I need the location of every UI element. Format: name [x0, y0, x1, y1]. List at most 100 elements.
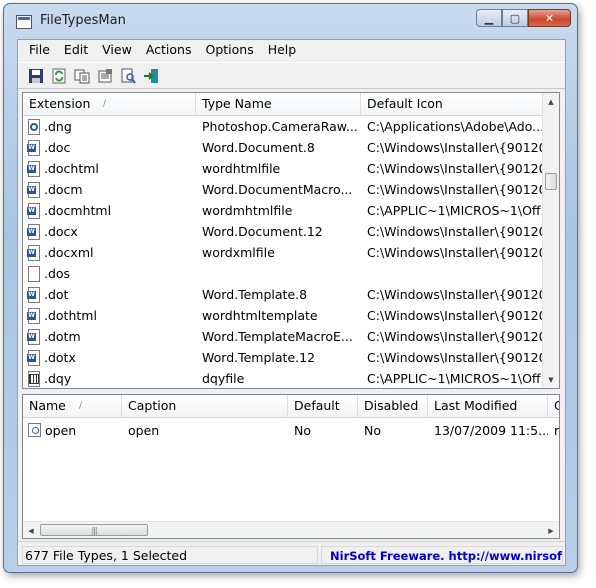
table-row[interactable]: .dqy dqyfile C:\APPLIC~1\MICROS~1\Off...	[23, 368, 544, 388]
column-command[interactable]: Cor	[548, 395, 559, 418]
menu-options[interactable]: Options	[198, 40, 260, 60]
find-icon	[121, 68, 136, 84]
extension-text: .dot	[44, 287, 69, 302]
scroll-up-icon[interactable]: ▲	[543, 93, 559, 110]
table-row[interactable]: .dos	[23, 263, 544, 284]
extension-cell: W .docmhtml	[23, 202, 196, 219]
blank-file-icon	[27, 265, 41, 282]
extension-cell: .dos	[23, 265, 196, 282]
action-name-text: open	[45, 422, 77, 438]
extension-cell: W .dochtml	[23, 160, 196, 177]
extension-cell: .dqy	[23, 370, 196, 387]
table-row[interactable]: W .dochtml wordhtmlfile C:\Windows\Installe…	[23, 158, 544, 179]
default-icon-cell: C:\Windows\Installer\{90120...	[367, 182, 544, 197]
table-row[interactable]: W .doc Word.Document.8 C:\Windows\Installer…	[23, 137, 544, 158]
menu-file[interactable]: File	[22, 40, 57, 60]
refresh-button[interactable]	[48, 65, 70, 87]
nirsoft-link[interactable]: NirSoft Freeware. http://www.nirsoft.net	[321, 546, 563, 564]
column-last-modified[interactable]: Last Modified	[428, 395, 548, 418]
menu-help[interactable]: Help	[261, 40, 304, 60]
menu-actions[interactable]: Actions	[139, 40, 199, 60]
main-window: FileTypesMan ▁ ▢ ✕ File Edit View Action…	[3, 3, 578, 573]
minimize-button[interactable]: ▁	[476, 9, 502, 27]
word-file-icon: W	[27, 244, 41, 261]
app-icon	[16, 15, 32, 29]
type-name-cell: Word.Template.12	[202, 350, 316, 365]
table-row[interactable]: W .docm Word.DocumentMacro... C:\Windows\In…	[23, 179, 544, 200]
extension-cell: W .dotx	[23, 349, 196, 366]
column-extension[interactable]: Extension /	[23, 93, 196, 116]
column-default-icon[interactable]: Default Icon	[361, 93, 559, 116]
title-bar[interactable]: FileTypesMan ▁ ▢ ✕	[4, 4, 577, 34]
client-area: File Edit View Actions Options Help Exte…	[17, 39, 566, 566]
table-row[interactable]: W .dotx Word.Template.12 C:\Windows\Install…	[23, 347, 544, 368]
extension-text: .docxml	[44, 245, 94, 260]
window-title: FileTypesMan	[40, 13, 126, 28]
last-modified-cell: 13/07/2009 11:5...	[434, 422, 548, 438]
type-name-cell: Photoshop.CameraRaw...	[202, 119, 358, 134]
properties-icon	[98, 68, 112, 82]
file-types-list[interactable]: Extension / Type Name Default Icon .dng Ph…	[22, 92, 560, 389]
status-bar: 677 File Types, 1 Selected NirSoft Freew…	[18, 541, 565, 565]
save-icon	[29, 68, 43, 83]
word-file-icon: W	[27, 139, 41, 156]
column-type-name[interactable]: Type Name	[196, 93, 361, 116]
table-row[interactable]: W .docxml wordxmlfile C:\Windows\Installer\…	[23, 242, 544, 263]
table-row[interactable]: W .dothtml wordhtmltemplate C:\Windows\Inst…	[23, 305, 544, 326]
scroll-thumb[interactable]: |||	[40, 524, 148, 536]
column-caption[interactable]: Caption	[122, 395, 288, 418]
vertical-scrollbar[interactable]: ▲ ▼	[542, 93, 559, 388]
table-row[interactable]: W .docmhtml wordmhtmlfile C:\APPLIC~1\MICRO…	[23, 200, 544, 221]
menu-view[interactable]: View	[95, 40, 139, 60]
scroll-down-icon[interactable]: ▼	[543, 371, 559, 388]
properties-button[interactable]	[94, 65, 116, 87]
default-icon-cell: C:\APPLIC~1\MICROS~1\Off...	[367, 371, 544, 386]
save-button[interactable]	[25, 65, 47, 87]
extension-text: .dos	[44, 266, 71, 281]
query-file-icon	[27, 370, 41, 387]
refresh-icon	[52, 68, 66, 83]
scroll-thumb[interactable]	[545, 173, 557, 190]
table-row[interactable]: W .dot Word.Template.8 C:\Windows\Installer…	[23, 284, 544, 305]
horizontal-scrollbar[interactable]: ◀ ||| ▶	[23, 521, 559, 538]
extension-text: .doc	[44, 140, 71, 155]
scroll-right-icon[interactable]: ▶	[543, 522, 559, 538]
extension-text: .docm	[44, 182, 83, 197]
extension-text: .docmhtml	[44, 203, 112, 218]
caption-cell: open	[128, 422, 160, 438]
table-row[interactable]: .dng Photoshop.CameraRaw... C:\Application…	[23, 116, 544, 137]
find-button[interactable]	[117, 65, 139, 87]
exit-button[interactable]	[140, 65, 162, 87]
maximize-button[interactable]: ▢	[502, 9, 528, 27]
close-button[interactable]: ✕	[528, 9, 571, 27]
sort-arrow-icon: /	[103, 99, 107, 109]
extension-text: .docx	[44, 224, 78, 239]
extension-cell: W .dot	[23, 286, 196, 303]
column-default[interactable]: Default	[288, 395, 358, 418]
word-file-icon: W	[27, 181, 41, 198]
close-icon: ✕	[544, 11, 555, 25]
column-name[interactable]: Name /	[23, 395, 122, 418]
extension-text: .dothtml	[44, 308, 97, 323]
table-row[interactable]: open open No No 13/07/2009 11:5... run	[23, 418, 559, 442]
file-types-header: Extension / Type Name Default Icon	[23, 93, 559, 116]
menu-edit[interactable]: Edit	[57, 40, 95, 60]
column-disabled[interactable]: Disabled	[358, 395, 428, 418]
actions-header: Name / Caption Default Disabled Last Modi…	[23, 395, 559, 418]
default-icon-cell: C:\Windows\Installer\{90120...	[367, 245, 544, 260]
actions-list[interactable]: Name / Caption Default Disabled Last Modi…	[22, 394, 560, 539]
action-name-cell: open	[23, 423, 122, 438]
extension-text: .dotm	[44, 329, 81, 344]
menu-bar: File Edit View Actions Options Help	[18, 40, 565, 60]
table-row[interactable]: W .dotm Word.TemplateMacroE... C:\Windows\I…	[23, 326, 544, 347]
table-row[interactable]: W .docx Word.Document.12 C:\Windows\Install…	[23, 221, 544, 242]
extension-cell: W .dotm	[23, 328, 196, 345]
file-types-rows: .dng Photoshop.CameraRaw... C:\Application…	[23, 116, 544, 388]
default-icon-cell: C:\Windows\Installer\{90120...	[367, 287, 544, 302]
type-name-cell: dqyfile	[202, 371, 245, 386]
maximize-icon: ▢	[509, 11, 521, 25]
exit-icon	[144, 68, 158, 83]
sort-arrow-icon: /	[79, 401, 83, 411]
scroll-left-icon[interactable]: ◀	[23, 522, 39, 538]
copy-button[interactable]	[71, 65, 93, 87]
